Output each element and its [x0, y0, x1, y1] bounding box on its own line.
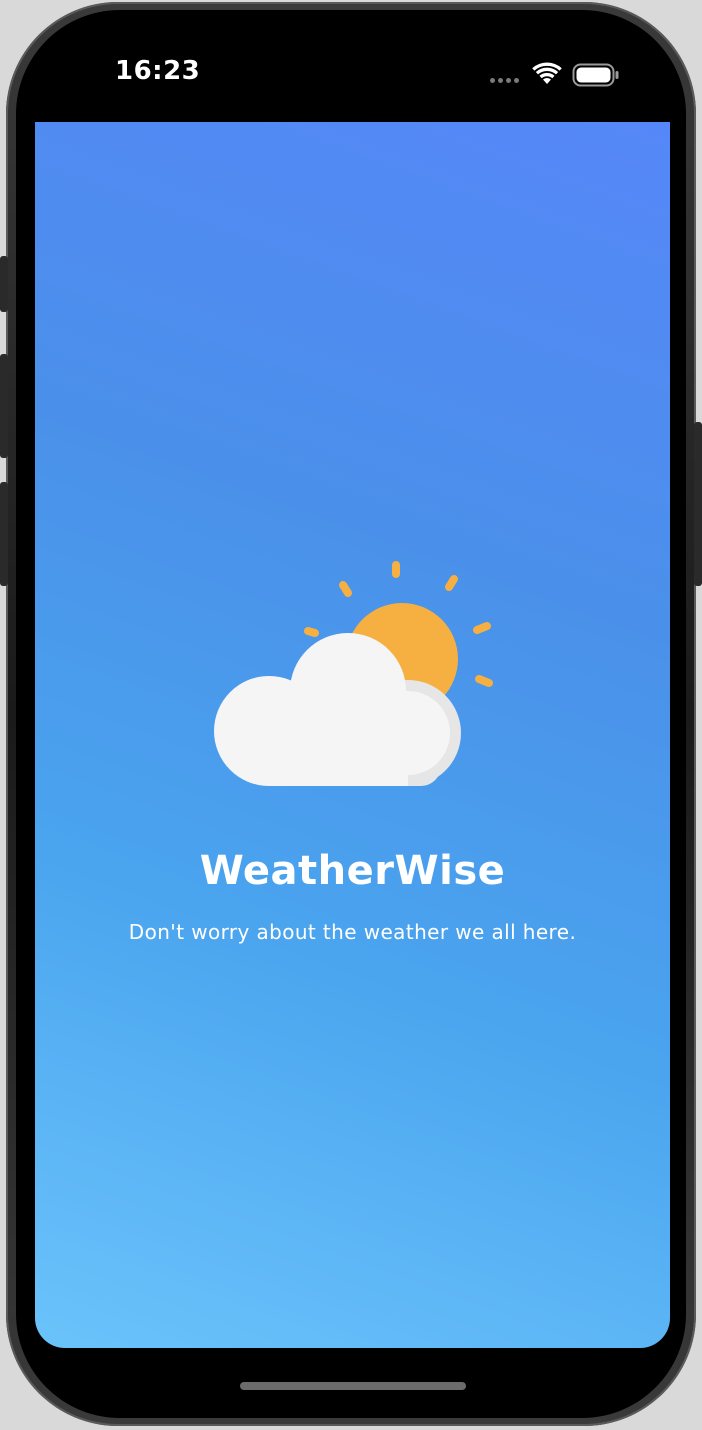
- signal-icon: [490, 78, 519, 83]
- power-button: [694, 422, 702, 586]
- splash-screen: WeatherWise Don't worry about the weathe…: [35, 122, 670, 1348]
- battery-icon: [572, 63, 619, 87]
- partly-cloudy-icon: [214, 561, 493, 786]
- volume-up-button: [0, 354, 8, 458]
- status-time: 16:23: [115, 56, 201, 86]
- app-title: WeatherWise: [199, 848, 506, 894]
- status-bar: 16:23: [0, 0, 702, 122]
- app-tagline: Don't worry about the weather we all her…: [128, 920, 577, 944]
- action-button: [0, 256, 8, 312]
- wifi-icon: [532, 62, 562, 84]
- home-indicator[interactable]: [240, 1382, 466, 1390]
- volume-down-button: [0, 482, 8, 586]
